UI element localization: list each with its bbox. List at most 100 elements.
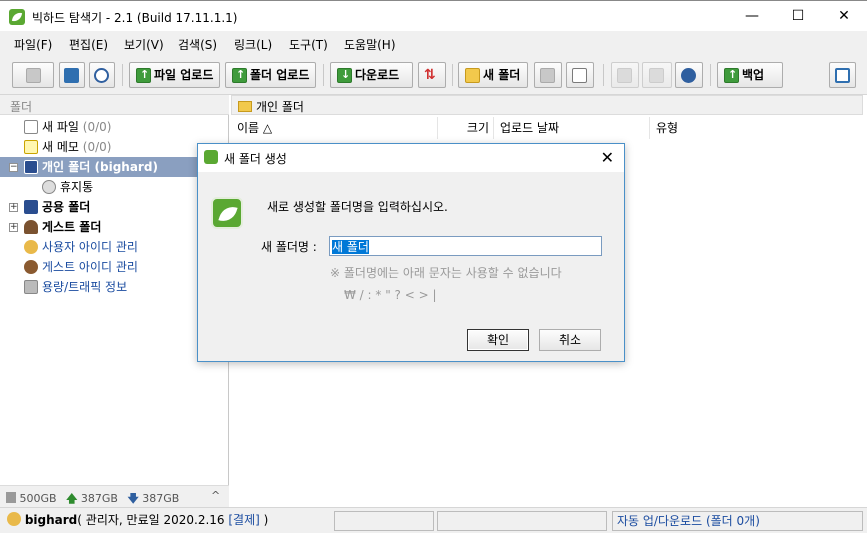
user-status-panel: bighard( 관리자, 만료일 2020.2.16 [결제] ) — [3, 511, 330, 531]
dialog-title-bar: 새 폴더 생성 ✕ — [198, 144, 624, 172]
panel-layout-icon — [835, 68, 850, 83]
folder-name-value: 새 폴더 — [332, 240, 369, 254]
guest-user-icon — [24, 220, 38, 234]
upload-folder-button[interactable]: 폴더 업로드 — [225, 62, 316, 88]
toolbar: 파일 업로드 폴더 업로드 다운로드 ⇅ 새 폴더 백업 — [0, 55, 867, 95]
maximize-button[interactable]: ☐ — [775, 1, 821, 31]
upload-file-button[interactable]: 파일 업로드 — [129, 62, 220, 88]
dialog-close-button[interactable]: ✕ — [601, 148, 614, 167]
up-arrow-icon — [26, 68, 41, 83]
menu-view[interactable]: 보기(V) — [124, 36, 164, 53]
status-panel-empty-1 — [334, 511, 434, 531]
tree-item-capacity-info[interactable]: 용량/트래픽 정보 — [24, 277, 127, 297]
status-close-paren: ) — [259, 513, 269, 527]
link-icon — [649, 68, 664, 83]
upload-folder-label: 폴더 업로드 — [250, 68, 310, 82]
refresh-button[interactable] — [59, 62, 85, 88]
link-button[interactable] — [642, 62, 672, 88]
status-bar: bighard( 관리자, 만료일 2020.2.16 [결제] ) 자동 업/… — [0, 507, 867, 533]
memo-button[interactable] — [534, 62, 562, 88]
storage-footer: 500GB 🡅 387GB 🡇 387GB ^ — [0, 485, 229, 507]
public-folder-label: 공용 폴더 — [42, 200, 91, 214]
disk-icon — [6, 492, 16, 503]
current-path: 개인 폴더 — [256, 100, 304, 114]
column-header-date[interactable]: 업로드 날짜 — [494, 117, 650, 139]
public-computer-icon — [24, 200, 38, 214]
new-document-button[interactable] — [566, 62, 594, 88]
tree-item-personal-folder[interactable]: 개인 폴더 (bighard) — [0, 157, 229, 177]
guest-icon — [24, 260, 38, 274]
folder-name-input[interactable]: 새 폴더 — [329, 236, 602, 256]
download-label: 다운로드 — [355, 68, 400, 82]
backup-icon — [724, 63, 739, 87]
document-icon — [572, 68, 587, 83]
tree-item-public-folder[interactable]: 공용 폴더 — [24, 197, 90, 217]
backup-button[interactable]: 백업 — [717, 62, 783, 88]
menu-edit[interactable]: 편집(E) — [69, 36, 108, 53]
menu-file[interactable]: 파일(F) — [14, 36, 52, 53]
tree-item-guest-folder[interactable]: 게스트 폴더 — [24, 217, 101, 237]
payment-link[interactable]: [결제] — [228, 513, 259, 527]
tree-item-guest-id-management[interactable]: 게스트 아이디 관리 — [24, 257, 138, 277]
folder-name-label: 새 폴더명 : — [261, 240, 317, 254]
app-leaf-icon — [9, 9, 25, 25]
tree-item-trash[interactable]: 휴지통 — [42, 177, 93, 197]
search-button[interactable] — [89, 62, 115, 88]
new-folder-button[interactable]: 새 폴더 — [458, 62, 528, 88]
status-info: ( 관리자, 만료일 2020.2.16 — [77, 513, 229, 527]
users-icon — [24, 240, 38, 254]
collapse-personal-toggle[interactable]: − — [9, 163, 18, 172]
folder-icon — [238, 101, 252, 112]
new-folder-label: 새 폴더 — [483, 68, 521, 82]
dialog-app-icon — [211, 197, 243, 229]
column-header-size[interactable]: 크기 — [438, 117, 494, 139]
layout-toggle-button[interactable] — [829, 62, 856, 88]
upload-arrow-icon: 🡅 — [66, 492, 78, 505]
dialog-prompt: 새로 생성할 폴더명을 입력하십시오. — [267, 200, 448, 214]
download-arrow-icon: 🡇 — [127, 492, 139, 505]
new-files-label: 새 파일 — [42, 120, 79, 134]
status-username: bighard — [24, 513, 78, 527]
ok-button[interactable]: 확인 — [467, 329, 529, 351]
tree-item-new-files[interactable]: 새 파일 (0/0) — [24, 117, 111, 137]
menu-link[interactable]: 링크(L) — [234, 36, 272, 53]
folder-tree-pane: 폴더 새 파일 (0/0) 새 메모 (0/0) 개인 폴더 (bighard)… — [0, 95, 229, 507]
capacity-info-label: 용량/트래픽 정보 — [42, 280, 128, 294]
menu-tools[interactable]: 도구(T) — [289, 36, 328, 53]
download-button[interactable]: 다운로드 — [330, 62, 413, 88]
tree-item-user-id-management[interactable]: 사용자 아이디 관리 — [24, 237, 138, 257]
edit-button[interactable] — [611, 62, 639, 88]
up-folder-button[interactable] — [12, 62, 54, 88]
monitor-icon — [540, 68, 555, 83]
title-bar: 빅하드 탐색기 - 2.1 (Build 17.11.1.1) — ☐ ✕ — [0, 0, 867, 31]
refresh-icon — [64, 68, 79, 83]
close-button[interactable]: ✕ — [821, 1, 867, 31]
trash-label: 휴지통 — [60, 180, 94, 194]
minimize-button[interactable]: — — [729, 1, 775, 31]
database-icon — [24, 280, 38, 294]
auto-transfer-status[interactable]: 자동 업/다운로드 (폴더 0개) — [612, 511, 863, 531]
guest-folder-label: 게스트 폴더 — [42, 220, 102, 234]
expand-guest-toggle[interactable]: + — [9, 223, 18, 232]
menu-help[interactable]: 도움말(H) — [344, 36, 396, 53]
upload-folder-icon — [232, 63, 247, 87]
toolbar-divider — [603, 64, 604, 86]
column-header-type[interactable]: 유형 — [650, 117, 863, 139]
tree-item-new-memo[interactable]: 새 메모 (0/0) — [24, 137, 111, 157]
storage-up: 387GB — [80, 492, 118, 505]
computer-icon — [24, 160, 38, 174]
transfer-button[interactable]: ⇅ — [418, 62, 446, 88]
play-button[interactable] — [675, 62, 703, 88]
chevron-up-icon[interactable]: ^ — [211, 489, 220, 502]
toolbar-divider — [122, 64, 123, 86]
menu-search[interactable]: 검색(S) — [178, 36, 217, 53]
dialog-leaf-icon — [204, 150, 218, 164]
cancel-button[interactable]: 취소 — [539, 329, 601, 351]
new-folder-dialog: 새 폴더 생성 ✕ 새로 생성할 폴더명을 입력하십시오. 새 폴더명 : 새 … — [197, 143, 625, 362]
expand-public-toggle[interactable]: + — [9, 203, 18, 212]
invalid-chars-list: ₩ / : * " ? < > | — [344, 288, 437, 302]
backup-label: 백업 — [742, 68, 765, 82]
toolbar-divider — [710, 64, 711, 86]
column-header-name[interactable]: 이름 △ — [231, 117, 438, 139]
new-memo-label: 새 메모 — [42, 140, 79, 154]
